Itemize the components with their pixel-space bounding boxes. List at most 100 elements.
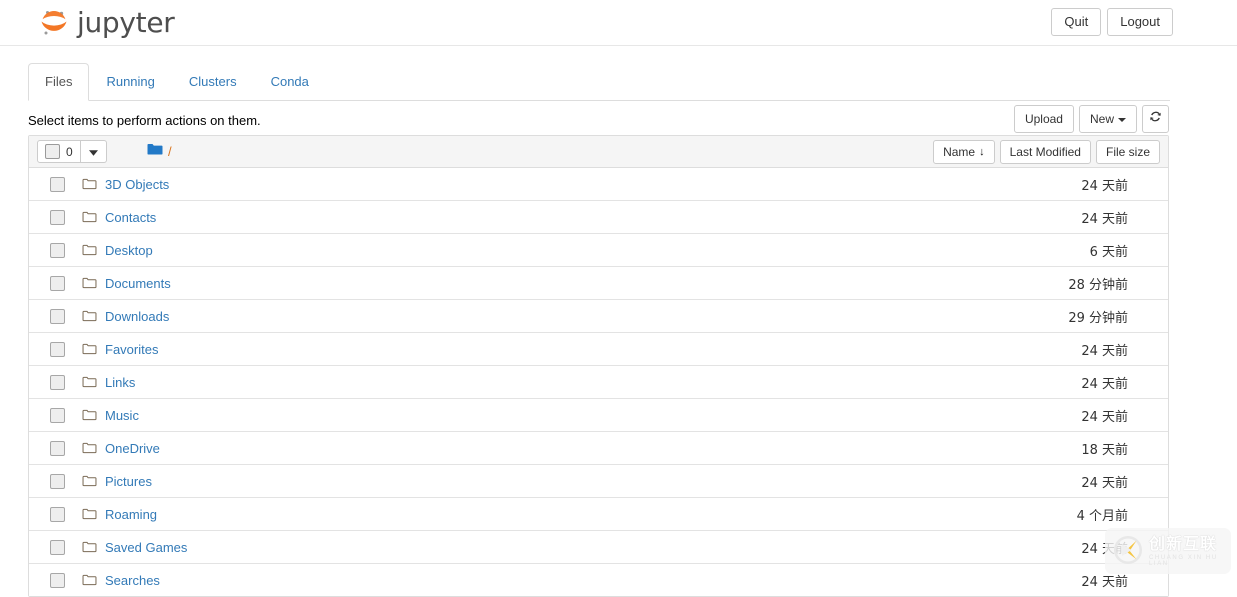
folder-icon — [82, 178, 97, 190]
file-modified-time: 24 天前 — [1081, 175, 1128, 194]
table-row[interactable]: Music 24 天前 — [29, 399, 1168, 432]
file-modified-time: 24 天前 — [1081, 373, 1128, 392]
row-checkbox[interactable] — [50, 342, 65, 357]
file-modified-time: 24 天前 — [1081, 472, 1128, 491]
file-modified-time: 6 天前 — [1090, 241, 1128, 260]
breadcrumb: / — [147, 143, 172, 159]
file-modified-time: 28 分钟前 — [1068, 274, 1128, 293]
file-name-link[interactable]: Favorites — [105, 342, 158, 357]
file-name-link[interactable]: OneDrive — [105, 441, 160, 456]
header-actions: Quit Logout — [1051, 8, 1173, 36]
refresh-button[interactable] — [1142, 105, 1169, 133]
tab-conda[interactable]: Conda — [254, 63, 326, 101]
file-modified-time: 18 天前 — [1081, 439, 1128, 458]
new-button[interactable]: New — [1079, 105, 1137, 133]
selection-dropdown-button[interactable] — [81, 140, 107, 163]
chevron-down-icon — [89, 144, 98, 159]
tab-files[interactable]: Files — [28, 63, 89, 101]
arrow-down-icon: ↓ — [979, 145, 985, 160]
row-checkbox[interactable] — [50, 309, 65, 324]
checkbox-icon[interactable] — [45, 144, 60, 159]
table-row[interactable]: Contacts 24 天前 — [29, 201, 1168, 234]
file-modified-time: 24 天前 — [1081, 406, 1128, 425]
file-modified-time: 24 天前 — [1081, 538, 1128, 557]
tab-clusters[interactable]: Clusters — [172, 63, 254, 101]
row-checkbox[interactable] — [50, 276, 65, 291]
row-checkbox[interactable] — [50, 210, 65, 225]
table-row[interactable]: Documents 28 分钟前 — [29, 267, 1168, 300]
folder-icon — [82, 244, 97, 256]
file-name-link[interactable]: Music — [105, 408, 139, 423]
sort-by-size-button[interactable]: File size — [1096, 140, 1160, 164]
row-checkbox[interactable] — [50, 375, 65, 390]
table-row[interactable]: Searches24 天前 — [29, 564, 1168, 596]
quit-button[interactable]: Quit — [1051, 8, 1101, 36]
folder-icon — [82, 574, 97, 586]
jupyter-logo-icon — [36, 5, 72, 41]
folder-icon — [82, 541, 97, 553]
table-row[interactable]: Downloads 29 分钟前 — [29, 300, 1168, 333]
row-checkbox[interactable] — [50, 573, 65, 588]
app-header: jupyter Quit Logout — [0, 0, 1237, 46]
file-name-link[interactable]: Links — [105, 375, 135, 390]
action-notice-row: Select items to perform actions on them.… — [0, 101, 1237, 139]
file-list-container: 0 / Name ↓ Last Modified File size — [28, 135, 1169, 597]
file-modified-time: 4 个月前 — [1077, 505, 1128, 524]
select-all-button[interactable]: 0 — [37, 140, 81, 163]
folder-filled-icon[interactable] — [147, 143, 163, 159]
refresh-icon — [1149, 110, 1162, 128]
file-name-link[interactable]: Saved Games — [105, 540, 187, 555]
folder-icon — [82, 211, 97, 223]
jupyter-brand[interactable]: jupyter — [36, 3, 175, 43]
folder-icon — [82, 442, 97, 454]
table-row[interactable]: OneDrive 18 天前 — [29, 432, 1168, 465]
new-button-label: New — [1090, 112, 1114, 126]
sort-by-modified-button[interactable]: Last Modified — [1000, 140, 1091, 164]
jupyter-wordmark: jupyter — [77, 9, 175, 37]
list-action-buttons: Upload New — [1014, 105, 1169, 133]
file-name-link[interactable]: Pictures — [105, 474, 152, 489]
file-name-link[interactable]: Downloads — [105, 309, 169, 324]
tab-running[interactable]: Running — [89, 63, 171, 101]
file-modified-time: 29 分钟前 — [1068, 307, 1128, 326]
file-modified-time: 24 天前 — [1081, 340, 1128, 359]
file-name-link[interactable]: 3D Objects — [105, 177, 169, 192]
file-name-link[interactable]: Searches — [105, 573, 160, 588]
upload-button[interactable]: Upload — [1014, 105, 1074, 133]
table-row[interactable]: Saved Games 24 天前 — [29, 531, 1168, 564]
row-checkbox[interactable] — [50, 408, 65, 423]
folder-icon — [82, 376, 97, 388]
row-checkbox[interactable] — [50, 243, 65, 258]
table-row[interactable]: Favorites 24 天前 — [29, 333, 1168, 366]
file-name-link[interactable]: Desktop — [105, 243, 153, 258]
sort-by-name-button[interactable]: Name ↓ — [933, 140, 995, 164]
file-name-link[interactable]: Roaming — [105, 507, 157, 522]
table-row[interactable]: Links 24 天前 — [29, 366, 1168, 399]
table-row[interactable]: Roaming 4 个月前 — [29, 498, 1168, 531]
folder-icon — [82, 409, 97, 421]
file-name-link[interactable]: Documents — [105, 276, 171, 291]
row-checkbox[interactable] — [50, 177, 65, 192]
folder-icon — [82, 508, 97, 520]
file-modified-time: 24 天前 — [1081, 208, 1128, 227]
row-checkbox[interactable] — [50, 507, 65, 522]
breadcrumb-root-link[interactable]: / — [168, 144, 172, 159]
folder-icon — [82, 277, 97, 289]
row-checkbox[interactable] — [50, 474, 65, 489]
folder-icon — [82, 343, 97, 355]
row-checkbox[interactable] — [50, 441, 65, 456]
sort-buttons: Name ↓ Last Modified File size — [933, 140, 1160, 164]
row-checkbox[interactable] — [50, 540, 65, 555]
table-row[interactable]: Pictures 24 天前 — [29, 465, 1168, 498]
table-row[interactable]: 3D Objects 24 天前 — [29, 168, 1168, 201]
selected-count: 0 — [66, 145, 73, 159]
file-name-link[interactable]: Contacts — [105, 210, 156, 225]
sort-name-label: Name — [943, 144, 975, 160]
tab-bar-wrapper: Files Running Clusters Conda — [0, 46, 1237, 101]
file-list-toolbar: 0 / Name ↓ Last Modified File size — [29, 136, 1168, 168]
tab-bar: Files Running Clusters Conda — [28, 63, 1170, 101]
logout-button[interactable]: Logout — [1107, 8, 1173, 36]
table-row[interactable]: Desktop 6 天前 — [29, 234, 1168, 267]
select-all-group: 0 — [37, 140, 107, 163]
chevron-down-icon — [1118, 118, 1126, 122]
